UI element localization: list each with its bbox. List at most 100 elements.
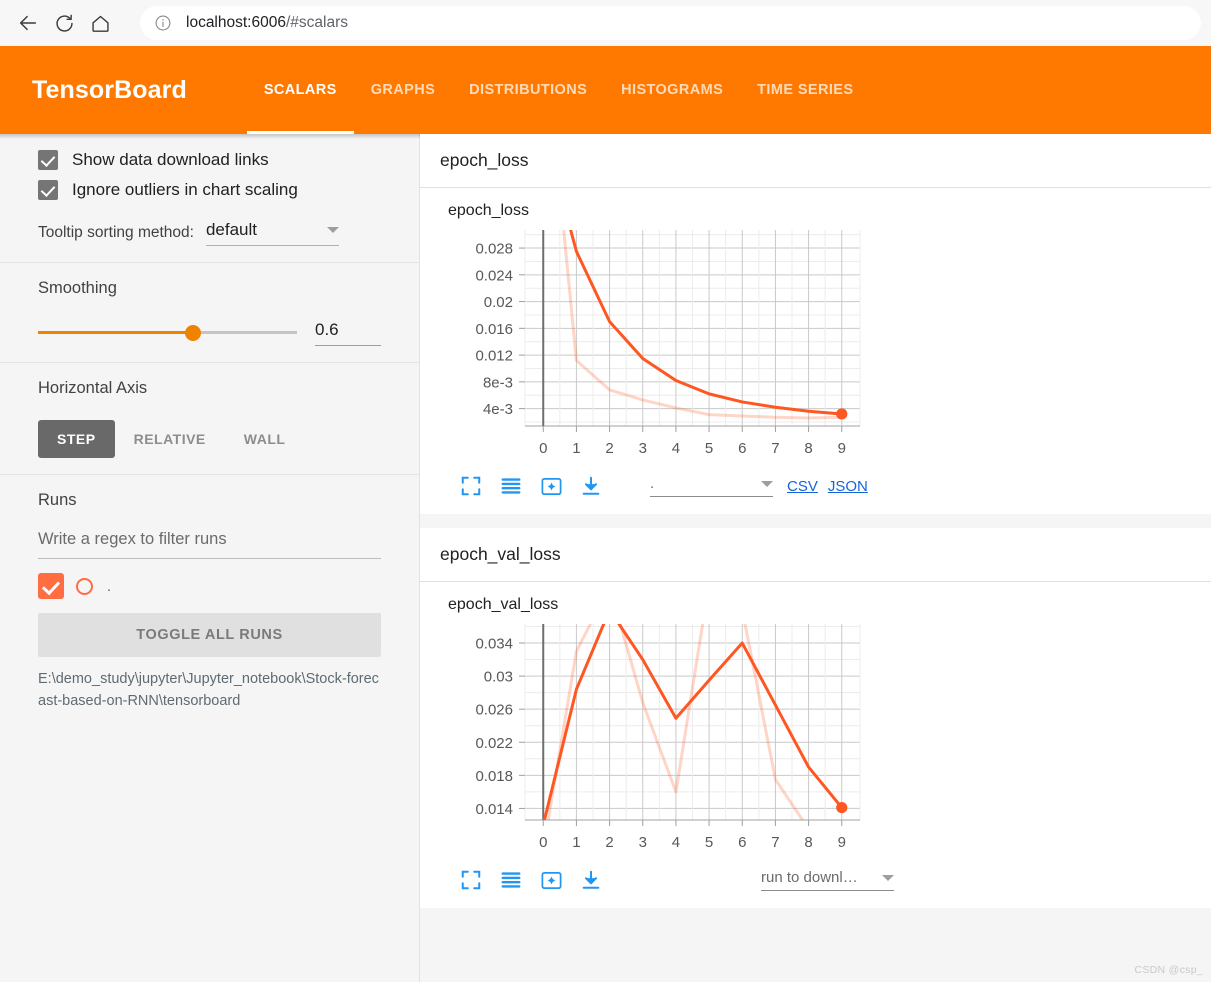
tag-header-title: epoch_val_loss [440, 544, 561, 564]
tab-histograms[interactable]: HISTOGRAMS [604, 46, 740, 134]
svg-text:2: 2 [605, 440, 613, 457]
runs-filter-input[interactable] [38, 524, 381, 559]
tag-header-epoch-loss[interactable]: epoch_loss [420, 134, 1211, 188]
tooltip-sorting-value: default [205, 220, 257, 239]
url-text: localhost:6006/#scalars [186, 14, 348, 31]
run-name-label: . [107, 578, 111, 594]
svg-text:5: 5 [705, 440, 713, 457]
browser-toolbar: localhost:6006/#scalars [0, 0, 1211, 46]
back-button[interactable] [10, 5, 46, 41]
download-icon[interactable] [578, 473, 604, 499]
svg-text:9: 9 [838, 440, 846, 457]
svg-text:4: 4 [672, 440, 680, 457]
tooltip-sorting-select[interactable]: default [205, 220, 339, 246]
svg-text:3: 3 [639, 834, 647, 851]
svg-text:4: 4 [672, 834, 680, 851]
plot-epoch-loss[interactable]: 0.028 0.024 0.02 0.016 0.012 8e-3 4e-3 0 1 2 3 4 5 6 7… [420, 224, 1211, 466]
tab-time-series[interactable]: TIME SERIES [740, 46, 870, 134]
chart-title-epoch-val-loss: epoch_val_loss [448, 596, 559, 613]
svg-text:6: 6 [738, 834, 746, 851]
svg-text:8: 8 [804, 834, 812, 851]
tab-distributions[interactable]: DISTRIBUTIONS [452, 46, 604, 134]
run-color-circle-icon[interactable] [76, 577, 93, 595]
svg-text:0.024: 0.024 [475, 267, 513, 284]
page-content: Show data download links Ignore outliers… [0, 134, 1211, 982]
smoothing-value-input[interactable]: 0.6 [315, 320, 381, 346]
svg-text:7: 7 [771, 834, 779, 851]
download-run-value: run to downl… [761, 869, 858, 886]
tag-header-epoch-val-loss[interactable]: epoch_val_loss [420, 528, 1211, 582]
download-icon[interactable] [578, 867, 604, 893]
show-download-links-checkbox-row[interactable]: Show data download links [38, 150, 381, 170]
tab-graphs[interactable]: GRAPHS [354, 46, 452, 134]
svg-text:9: 9 [838, 834, 846, 851]
run-item: . [38, 573, 381, 599]
svg-text:0.026: 0.026 [475, 702, 513, 719]
tag-group-epoch-val-loss: epoch_val_loss epoch_val_loss 0.034 0.03 0… [420, 528, 1211, 908]
fit-domain-icon[interactable] [538, 867, 564, 893]
line-chart-svg[interactable]: 0.028 0.024 0.02 0.016 0.012 8e-3 4e-3 0 1 2 3 4 5 6 7… [420, 224, 1180, 466]
horizontal-axis-buttons: STEP RELATIVE WALL [38, 420, 381, 458]
fullscreen-icon[interactable] [458, 473, 484, 499]
smoothing-slider[interactable] [38, 322, 297, 344]
url-path: /#scalars [285, 14, 348, 31]
tab-scalars[interactable]: SCALARS [246, 46, 354, 134]
svg-text:0.012: 0.012 [475, 348, 513, 365]
download-json-link[interactable]: JSON [828, 478, 868, 495]
home-icon [90, 13, 111, 34]
plot-epoch-val-loss[interactable]: 0.034 0.03 0.026 0.022 0.018 0.014 0 1 2 3 4 5 6 7 8 9 [420, 618, 1211, 860]
horizontal-axis-title: Horizontal Axis [38, 379, 148, 397]
download-csv-link[interactable]: CSV [787, 478, 818, 495]
svg-text:3: 3 [639, 440, 647, 457]
slider-thumb[interactable] [185, 325, 202, 341]
svg-text:0: 0 [539, 834, 547, 851]
chart-toolbar-epoch-val-loss: run to downl… [420, 860, 1211, 900]
svg-text:1: 1 [572, 440, 580, 457]
download-run-select[interactable]: run to downl… [761, 869, 894, 891]
settings-sidebar: Show data download links Ignore outliers… [0, 134, 420, 982]
axis-option-step[interactable]: STEP [38, 420, 115, 458]
svg-text:7: 7 [771, 440, 779, 457]
smoothing-section: Smoothing 0.6 [0, 263, 419, 363]
smoothing-title: Smoothing [38, 279, 117, 297]
smoothing-value: 0.6 [315, 320, 339, 339]
chart-card-epoch-val-loss: epoch_val_loss 0.034 0.03 0.026 0.022 0.018 0… [420, 582, 1211, 908]
download-run-select[interactable]: . [650, 475, 773, 497]
address-bar[interactable]: localhost:6006/#scalars [140, 6, 1201, 40]
info-circle-icon[interactable] [154, 14, 172, 32]
group-divider [420, 514, 1211, 528]
fit-domain-icon[interactable] [538, 473, 564, 499]
reload-button[interactable] [46, 5, 82, 41]
svg-text:8: 8 [804, 440, 812, 457]
svg-text:0: 0 [539, 440, 547, 457]
axis-option-relative[interactable]: RELATIVE [115, 420, 225, 458]
svg-text:0.016: 0.016 [475, 321, 513, 338]
home-button[interactable] [82, 5, 118, 41]
chevron-down-icon [761, 480, 773, 487]
download-run-value: . [650, 475, 655, 492]
run-checkbox[interactable] [38, 573, 64, 599]
checkbox-checked-icon[interactable] [38, 180, 58, 200]
chart-toolbar-epoch-loss: . CSV JSON [420, 466, 1211, 506]
checkbox-checked-icon[interactable] [38, 150, 58, 170]
toggle-all-runs-button[interactable]: TOGGLE ALL RUNS [38, 613, 381, 657]
watermark: CSDN @csp_ [1134, 964, 1203, 976]
axis-option-wall[interactable]: WALL [225, 420, 305, 458]
runs-section: Runs . TOGGLE ALL RUNS E:\demo_study\jup… [0, 475, 419, 729]
svg-text:0.034: 0.034 [475, 636, 513, 653]
data-table-icon[interactable] [498, 473, 524, 499]
chart-title-epoch-loss: epoch_loss [448, 202, 529, 219]
tensorboard-logo[interactable]: TensorBoard [32, 76, 187, 105]
svg-text:5: 5 [705, 834, 713, 851]
ignore-outliers-checkbox-row[interactable]: Ignore outliers in chart scaling [38, 180, 381, 200]
svg-text:0.014: 0.014 [475, 801, 513, 818]
chevron-down-icon [882, 874, 894, 881]
nav-tabs: SCALARS GRAPHS DISTRIBUTIONS HISTOGRAMS … [246, 46, 871, 134]
show-download-links-label: Show data download links [72, 150, 269, 169]
reload-icon [54, 13, 75, 34]
runs-title: Runs [38, 491, 77, 509]
run-log-path: E:\demo_study\jupyter\Jupyter_notebook\S… [38, 671, 379, 709]
fullscreen-icon[interactable] [458, 867, 484, 893]
line-chart-svg[interactable]: 0.034 0.03 0.026 0.022 0.018 0.014 0 1 2 3 4 5 6 7 8 9 [420, 618, 1180, 860]
data-table-icon[interactable] [498, 867, 524, 893]
